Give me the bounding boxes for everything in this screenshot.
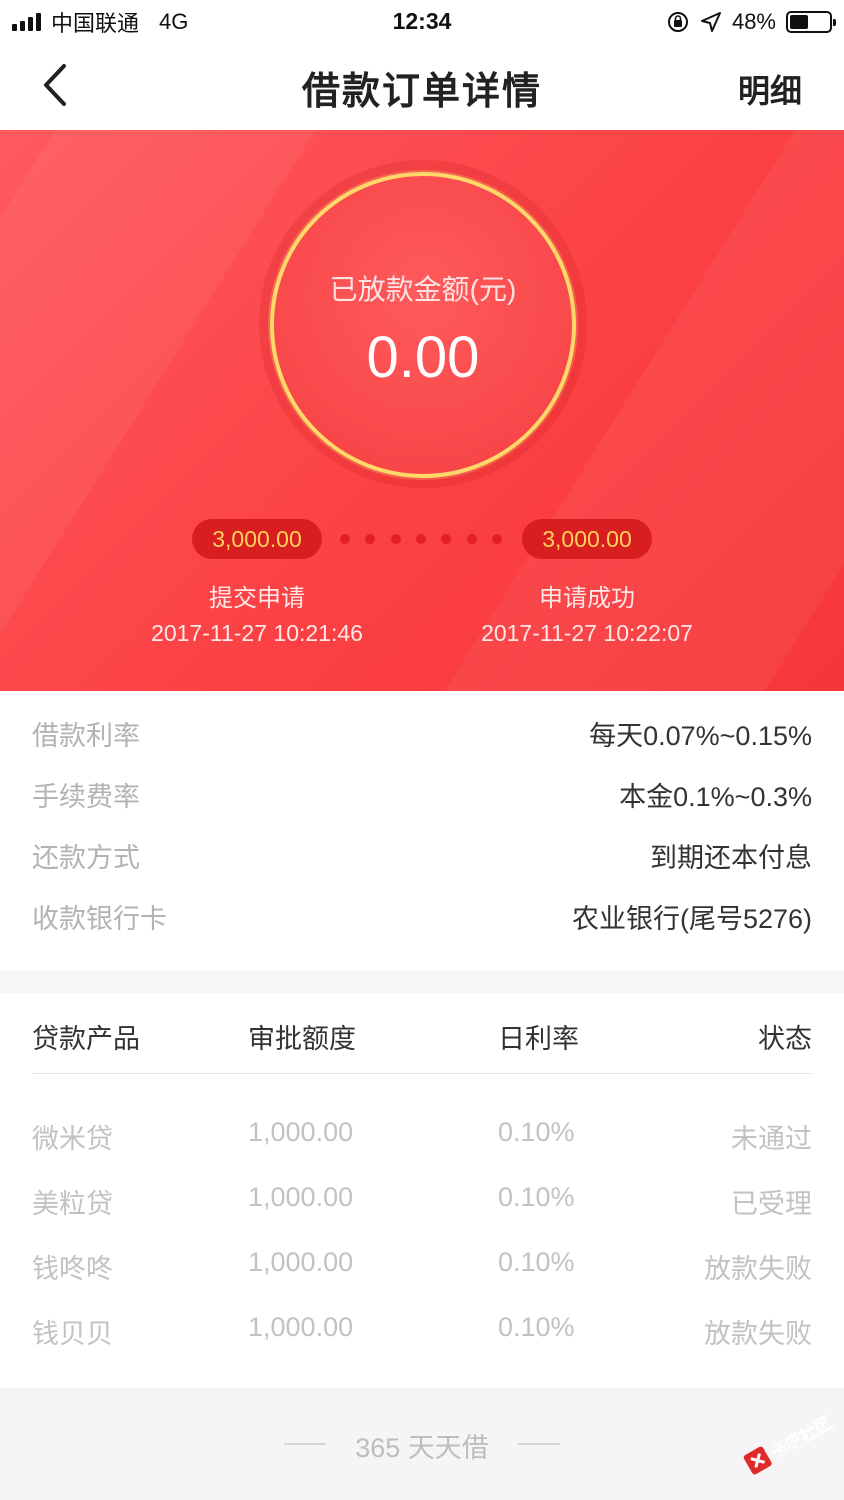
info-row-rate: 借款利率 每天0.07%~0.15%: [32, 713, 812, 753]
cell-status: 放款失败: [704, 1319, 812, 1349]
status-right: 48%: [666, 8, 836, 36]
battery-fill: [790, 15, 809, 29]
page-title: 借款订单详情: [301, 71, 542, 113]
cell-rate: 0.10%: [498, 1247, 575, 1277]
step-submit-label: 提交申请: [209, 585, 305, 612]
nav-bar: 借款订单详情 明细: [0, 44, 844, 130]
cell-status: 未通过: [731, 1124, 812, 1154]
progress-dots: [340, 534, 502, 546]
cell-amount: 1,000.00: [248, 1117, 354, 1147]
detail-link[interactable]: 明细: [738, 66, 802, 112]
disbursed-amount-label: 已放款金额(元): [329, 274, 517, 305]
footer-brand-text: 365 天天借: [355, 1433, 489, 1463]
info-value: 本金0.1%~0.3%: [619, 781, 812, 812]
cell-amount: 1,000.00: [248, 1182, 354, 1212]
svg-text:卡农社区: 卡农社区: [767, 1412, 836, 1464]
info-value: 到期还本付息: [650, 842, 812, 873]
info-label: 收款银行卡: [32, 903, 167, 934]
footer-line-right: [518, 1443, 560, 1445]
table-divider: [32, 1073, 812, 1074]
kanong-watermark-logo: 卡农社区: [743, 1412, 836, 1475]
location-arrow-icon: [700, 12, 721, 32]
footer-brand: 365 天天借: [0, 1388, 844, 1500]
header-daily-rate: 日利率: [498, 1024, 579, 1054]
cell-product: 微米贷: [32, 1124, 113, 1154]
info-value: 农业银行(尾号5276): [571, 903, 812, 934]
table-row: 钱咚咚 1,000.00 0.10% 放款失败: [32, 1243, 812, 1287]
step-submit-amount: 3,000.00: [192, 519, 322, 559]
cell-product: 钱咚咚: [32, 1254, 113, 1284]
battery-percent: 48%: [731, 9, 776, 34]
cell-product: 钱贝贝: [32, 1319, 113, 1349]
header-approved-amount: 审批额度: [248, 1024, 356, 1054]
loan-products-table: 贷款产品 审批额度 日利率 状态 微米贷 1,000.00 0.10% 未通过 …: [0, 993, 844, 1388]
table-row: 美粒贷 1,000.00 0.10% 已受理: [32, 1178, 812, 1222]
info-row-repayment: 还款方式 到期还本付息: [32, 835, 812, 875]
info-label: 借款利率: [32, 720, 140, 751]
info-label: 还款方式: [32, 842, 140, 873]
section-divider: [0, 971, 844, 993]
header-product: 贷款产品: [32, 1024, 140, 1054]
cell-status: 已受理: [731, 1189, 812, 1219]
table-header: 贷款产品 审批额度 日利率 状态: [32, 1013, 812, 1057]
cell-rate: 0.10%: [498, 1312, 575, 1342]
cell-rate: 0.10%: [498, 1117, 575, 1147]
battery-icon: [786, 11, 836, 33]
table-row: 钱贝贝 1,000.00 0.10% 放款失败: [32, 1308, 812, 1352]
cell-amount: 1,000.00: [248, 1312, 354, 1342]
cell-amount: 1,000.00: [248, 1247, 354, 1277]
cell-product: 美粒贷: [32, 1189, 113, 1219]
info-value: 每天0.07%~0.15%: [589, 720, 812, 751]
info-label: 手续费率: [32, 781, 140, 812]
step-submit-time: 2017-11-27 10:21:46: [151, 620, 363, 646]
status-bar: 中国联通 4G 12:34 48%: [0, 0, 844, 44]
amount-ring: 已放款金额(元) 0.00: [270, 172, 576, 478]
cell-rate: 0.10%: [498, 1182, 575, 1212]
table-row: 微米贷 1,000.00 0.10% 未通过: [32, 1113, 812, 1157]
rotation-lock-icon: [667, 12, 688, 32]
step-success-time: 2017-11-27 10:22:07: [481, 620, 693, 646]
disbursed-amount-value: 0.00: [366, 325, 480, 390]
step-success-amount: 3,000.00: [522, 519, 652, 559]
loan-summary-banner: 已放款金额(元) 0.00 3,000.00 3,000.00 提交申请 申请成…: [0, 130, 844, 691]
step-success-label: 申请成功: [539, 585, 635, 612]
header-status: 状态: [758, 1024, 812, 1054]
loan-info-list: 借款利率 每天0.07%~0.15% 手续费率 本金0.1%~0.3% 还款方式…: [0, 691, 844, 971]
cell-status: 放款失败: [704, 1254, 812, 1284]
info-row-bank-card: 收款银行卡 农业银行(尾号5276): [32, 896, 812, 936]
info-row-fee: 手续费率 本金0.1%~0.3%: [32, 774, 812, 814]
